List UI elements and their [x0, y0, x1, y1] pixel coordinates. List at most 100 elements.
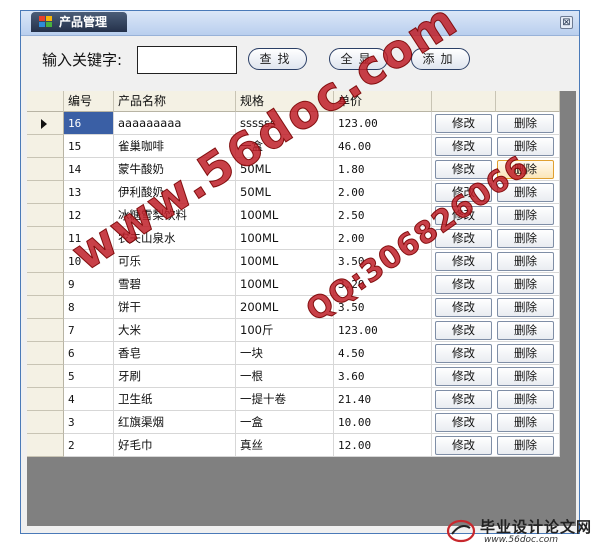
row-header[interactable] [27, 273, 64, 296]
cell-name[interactable]: 饼干 [114, 296, 236, 319]
row-header[interactable] [27, 434, 64, 457]
table-row[interactable]: 2 好毛巾 真丝 12.00 修改 删除 [64, 434, 560, 457]
edit-button[interactable]: 修改 [435, 321, 492, 340]
delete-button[interactable]: 删除 [497, 229, 554, 248]
column-header-id[interactable]: 编号 [64, 91, 114, 112]
row-header[interactable] [27, 388, 64, 411]
cell-name[interactable]: 卫生纸 [114, 388, 236, 411]
cell-spec[interactable]: 一提十卷 [236, 388, 334, 411]
cell-price[interactable]: 12.00 [334, 434, 432, 457]
edit-button[interactable]: 修改 [435, 114, 492, 133]
cell-name[interactable]: 红旗渠烟 [114, 411, 236, 434]
window-title: 产品管理 [59, 15, 108, 29]
cell-name[interactable]: 牙刷 [114, 365, 236, 388]
cell-name[interactable]: 好毛巾 [114, 434, 236, 457]
edit-button[interactable]: 修改 [435, 344, 492, 363]
cell-name[interactable]: aaaaaaaaa [114, 112, 236, 135]
app-icon [39, 16, 53, 28]
cell-id[interactable]: 5 [64, 365, 114, 388]
table-row[interactable]: 6 香皂 一块 4.50 修改 删除 [64, 342, 560, 365]
cell-spec[interactable]: 一根 [236, 365, 334, 388]
table-row[interactable]: 7 大米 100斤 123.00 修改 删除 [64, 319, 560, 342]
edit-button[interactable]: 修改 [435, 252, 492, 271]
table-row[interactable]: 4 卫生纸 一提十卷 21.40 修改 删除 [64, 388, 560, 411]
cell-spec[interactable]: 真丝 [236, 434, 334, 457]
cell-price[interactable]: 46.00 [334, 135, 432, 158]
cell-price[interactable]: 123.00 [334, 319, 432, 342]
edit-button[interactable]: 修改 [435, 298, 492, 317]
cell-id[interactable]: 15 [64, 135, 114, 158]
edit-button[interactable]: 修改 [435, 390, 492, 409]
delete-button[interactable]: 删除 [497, 275, 554, 294]
cell-spec[interactable]: 一块 [236, 342, 334, 365]
row-header[interactable] [27, 181, 64, 204]
column-header-delete [496, 91, 560, 112]
row-header[interactable] [27, 227, 64, 250]
cell-id[interactable]: 4 [64, 388, 114, 411]
row-header[interactable] [27, 204, 64, 227]
cell-id[interactable]: 7 [64, 319, 114, 342]
table-row[interactable]: 3 红旗渠烟 一盒 10.00 修改 删除 [64, 411, 560, 434]
delete-button[interactable]: 删除 [497, 206, 554, 225]
edit-button[interactable]: 修改 [435, 413, 492, 432]
window-title-tab: 产品管理 [31, 12, 127, 32]
cell-id[interactable]: 3 [64, 411, 114, 434]
table-row[interactable]: 10 可乐 100ML 3.50 修改 删除 [64, 250, 560, 273]
delete-button[interactable]: 删除 [497, 436, 554, 455]
table-row[interactable]: 5 牙刷 一根 3.60 修改 删除 [64, 365, 560, 388]
delete-button[interactable]: 删除 [497, 413, 554, 432]
cell-spec[interactable]: 100ML [236, 204, 334, 227]
product-grid[interactable]: 编号 产品名称 规格 单价 16 aaaaaaaaa ssssss 123.00 修改删… [27, 91, 576, 526]
keyword-input[interactable] [137, 46, 237, 74]
row-header[interactable] [27, 250, 64, 273]
row-header-corner [27, 91, 64, 112]
delete-button[interactable]: 删除 [497, 298, 554, 317]
cell-price[interactable]: 3.60 [334, 365, 432, 388]
row-header[interactable] [27, 296, 64, 319]
row-header[interactable] [27, 342, 64, 365]
cell-id[interactable]: 2 [64, 434, 114, 457]
cell-price[interactable]: 123.00 [334, 112, 432, 135]
cell-spec[interactable]: 100ML [236, 227, 334, 250]
delete-button[interactable]: 删除 [497, 390, 554, 409]
delete-button[interactable]: 删除 [497, 114, 554, 133]
column-header-name[interactable]: 产品名称 [114, 91, 236, 112]
keyword-label: 输入关键字: [42, 51, 123, 69]
edit-button[interactable]: 修改 [435, 367, 492, 386]
cell-spec[interactable]: 50ML [236, 181, 334, 204]
row-header[interactable] [27, 365, 64, 388]
cell-spec[interactable]: 100ML [236, 250, 334, 273]
cell-price[interactable]: 1.80 [334, 158, 432, 181]
close-icon[interactable]: ⊠ [560, 16, 573, 29]
edit-button[interactable]: 修改 [435, 436, 492, 455]
table-row[interactable]: 15 雀巢咖啡 一盒 46.00 修改 删除 [64, 135, 560, 158]
delete-button[interactable]: 删除 [497, 367, 554, 386]
row-header[interactable] [27, 319, 64, 342]
cell-id[interactable]: 13 [64, 181, 114, 204]
title-bar[interactable]: 产品管理 ⊠ [21, 11, 579, 36]
delete-button[interactable]: 删除 [497, 252, 554, 271]
cell-name[interactable]: 雪碧 [114, 273, 236, 296]
cell-name[interactable]: 香皂 [114, 342, 236, 365]
delete-button[interactable]: 删除 [497, 344, 554, 363]
cell-id[interactable]: 6 [64, 342, 114, 365]
search-button[interactable]: 查找 [248, 48, 307, 70]
row-header[interactable] [27, 112, 64, 135]
cell-price[interactable]: 21.40 [334, 388, 432, 411]
cell-id[interactable]: 16 [64, 112, 114, 135]
cell-price[interactable]: 10.00 [334, 411, 432, 434]
row-header[interactable] [27, 411, 64, 434]
cell-price[interactable]: 4.50 [334, 342, 432, 365]
cell-spec[interactable]: 一盒 [236, 411, 334, 434]
edit-button[interactable]: 修改 [435, 137, 492, 156]
cell-price[interactable]: 2.00 [334, 181, 432, 204]
row-header[interactable] [27, 158, 64, 181]
cell-name[interactable]: 大米 [114, 319, 236, 342]
cell-id[interactable]: 14 [64, 158, 114, 181]
cell-id[interactable]: 8 [64, 296, 114, 319]
row-header[interactable] [27, 135, 64, 158]
current-row-arrow-icon [41, 119, 47, 129]
delete-button[interactable]: 删除 [497, 321, 554, 340]
delete-button[interactable]: 删除 [497, 137, 554, 156]
edit-button[interactable]: 修改 [435, 275, 492, 294]
